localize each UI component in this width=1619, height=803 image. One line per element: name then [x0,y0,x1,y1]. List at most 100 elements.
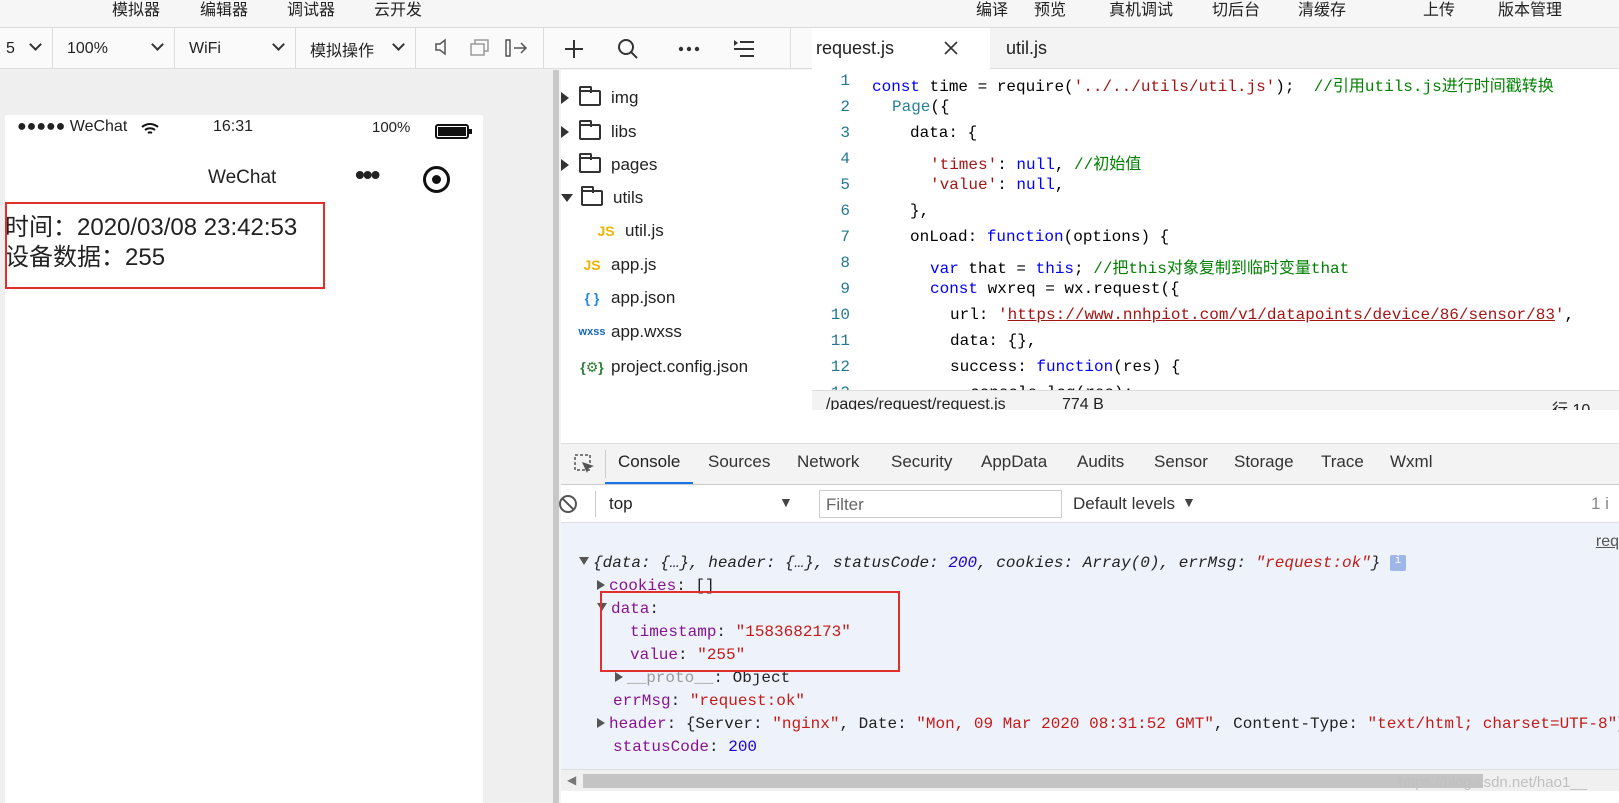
tree-item-app-wxss[interactable]: wxss app.wxss [577,317,682,347]
close-capsule-icon[interactable] [423,166,450,193]
code-line: 'times': null, //初始值 [930,156,1142,174]
json-file-icon: { } [584,290,600,306]
carrier-label: ●●●●● WeChat [17,118,128,135]
network-select[interactable]: WiFi [175,28,296,69]
line-number: 9 [840,280,850,298]
inspect-element-icon[interactable] [574,454,596,476]
tree-item-libs[interactable]: libs [561,117,637,147]
simulate-action-select[interactable]: 模拟操作 [296,28,416,69]
filter-placeholder: Filter [826,495,864,514]
line-number: 3 [840,124,850,142]
phone-screen: ●●●●● WeChat 16:31 100% WeChat ••• 时间：20… [5,115,483,803]
code-line: var that = this; //把this对象复制到临时变量that [930,260,1350,278]
tree-item-project-config[interactable]: {⚙} project.config.json [577,352,748,382]
menu-upload[interactable]: 上传 [1423,0,1455,20]
tab-wxml[interactable]: Wxml [1390,452,1432,472]
code-line: const wxreq = wx.request({ [930,280,1180,298]
line-number: 12 [830,358,850,376]
tab-trace[interactable]: Trace [1321,452,1364,472]
divider [790,28,791,69]
close-icon[interactable] [944,41,958,55]
menu-preview[interactable]: 预览 [1034,0,1066,20]
menu-background[interactable]: 切后台 [1212,0,1260,20]
levels-dropdown-icon[interactable]: ▼ [1182,494,1196,510]
levels-select[interactable]: Default levels [1073,494,1175,514]
menu-editor[interactable]: 编辑器 [200,0,248,20]
source-link[interactable]: req [1596,533,1619,551]
scroll-left-icon[interactable]: ◀ [567,773,576,787]
tab-sources[interactable]: Sources [708,452,770,472]
console-filter-bar: top ▼ Filter Default levels ▼ 1 i [558,485,1619,523]
folder-icon [579,120,601,140]
chevron-down-icon [151,38,164,51]
console-log-object[interactable]: {data: {…}, header: {…}, statusCode: 200… [579,554,1406,572]
filter-input[interactable]: Filter [819,490,1062,518]
context-select[interactable]: top [609,494,633,514]
tree-item-utils[interactable]: utils [561,183,643,213]
tab-util-js[interactable]: util.js [990,28,1110,69]
collapse-list-icon[interactable] [733,40,755,58]
tab-request-js[interactable]: request.js [812,28,990,69]
code-line: url: 'https://www.nnhpiot.com/v1/datapoi… [950,306,1575,324]
tree-item-app-json[interactable]: { } app.json [577,283,676,313]
menu-compile[interactable]: 编译 [976,0,1008,20]
tree-item-pages[interactable]: pages [561,150,657,180]
device-select[interactable]: 5 [0,28,53,69]
context-dropdown-icon[interactable]: ▼ [779,494,793,510]
scrollbar-thumb[interactable] [583,774,1483,788]
simulate-action-value: 模拟操作 [310,42,375,60]
line-number: 6 [840,202,850,220]
console-prop-header[interactable]: header: {Server: "nginx", Date: "Mon, 09… [597,715,1619,733]
highlight-box [5,202,325,289]
tab-audits[interactable]: Audits [1077,452,1124,472]
js-file-icon: JS [583,257,601,273]
tab-label: request.js [816,38,895,58]
caret-right-icon [561,126,569,138]
tab-storage[interactable]: Storage [1234,452,1294,472]
divider [605,450,606,478]
speaker-icon[interactable] [435,38,449,56]
window-icon[interactable] [470,39,490,57]
simulator-panel: ●●●●● WeChat 16:31 100% WeChat ••• 时间：20… [0,70,559,803]
caret-right-icon [561,159,569,171]
menu-cloud[interactable]: 云开发 [374,0,422,20]
menu-debugger[interactable]: 调试器 [287,0,335,20]
clear-console-icon[interactable] [558,494,578,514]
code-line: Page({ [892,98,950,116]
top-menu-bar: 模拟器 编辑器 调试器 云开发 编译 预览 真机调试 切后台 清缓存 上传 版本… [0,0,1619,28]
tree-item-label: util.js [625,221,664,240]
console-output[interactable]: req {data: {…}, header: {…}, statusCode:… [561,523,1619,769]
tree-item-img[interactable]: img [561,83,638,113]
code-area[interactable]: 1 2 3 4 5 6 7 8 9 10 11 12 13 const time… [812,69,1619,390]
detach-icon[interactable] [505,38,529,58]
simulator-scrollbar[interactable] [553,70,559,803]
tab-security[interactable]: Security [891,452,952,472]
tree-item-label: app.json [611,288,676,307]
tab-appdata[interactable]: AppData [981,452,1047,472]
menu-real-device-debug[interactable]: 真机调试 [1109,0,1173,20]
code-line: data: { [910,124,978,142]
tree-item-label: project.config.json [611,357,749,376]
info-icon[interactable]: i [1389,554,1406,571]
more-icon[interactable] [678,46,700,52]
zoom-select[interactable]: 100% [53,28,175,69]
line-number: 8 [840,254,850,272]
code-line: 'value': null, [930,176,1065,194]
tab-console[interactable]: Console [604,452,694,484]
js-file-icon: JS [597,223,615,239]
tab-network[interactable]: Network [797,452,859,472]
menu-version[interactable]: 版本管理 [1498,0,1562,20]
chevron-down-icon [29,38,42,51]
tree-item-app-js[interactable]: JS app.js [577,250,656,280]
console-prop-statuscode: statusCode: 200 [613,738,758,756]
file-tree: img libs pages utils JS util.js JS app.js … [561,70,812,410]
add-icon[interactable] [563,38,585,60]
tab-sensor[interactable]: Sensor [1154,452,1208,472]
code-line: const time = require('../../utils/util.j… [872,78,1554,96]
search-icon[interactable] [617,38,639,60]
zoom-select-value: 100% [67,39,108,57]
menu-simulator[interactable]: 模拟器 [112,0,160,20]
menu-clear-cache[interactable]: 清缓存 [1298,0,1346,20]
more-dots-icon[interactable]: ••• [355,159,380,191]
tree-item-util-js[interactable]: JS util.js [591,216,664,246]
